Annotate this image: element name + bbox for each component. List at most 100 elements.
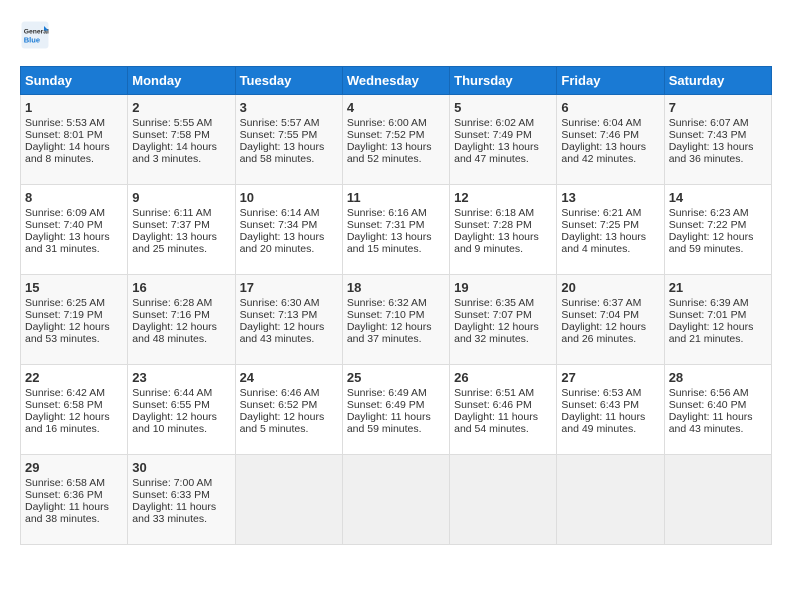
sunset-label: Sunset: 6:55 PM <box>132 399 230 411</box>
sunset-label: Sunset: 7:34 PM <box>240 219 338 231</box>
daylight-label: Daylight: 12 hours and 32 minutes. <box>454 321 552 345</box>
sunrise-label: Sunrise: 6:32 AM <box>347 297 445 309</box>
sunrise-label: Sunrise: 6:16 AM <box>347 207 445 219</box>
day-cell: 16 Sunrise: 6:28 AM Sunset: 7:16 PM Dayl… <box>128 275 235 365</box>
day-cell: 12 Sunrise: 6:18 AM Sunset: 7:28 PM Dayl… <box>450 185 557 275</box>
day-cell: 22 Sunrise: 6:42 AM Sunset: 6:58 PM Dayl… <box>21 365 128 455</box>
sunrise-label: Sunrise: 6:58 AM <box>25 477 123 489</box>
day-cell <box>235 455 342 545</box>
daylight-label: Daylight: 11 hours and 38 minutes. <box>25 501 123 525</box>
sunrise-label: Sunrise: 6:56 AM <box>669 387 767 399</box>
sunrise-label: Sunrise: 6:35 AM <box>454 297 552 309</box>
daylight-label: Daylight: 12 hours and 16 minutes. <box>25 411 123 435</box>
day-cell: 3 Sunrise: 5:57 AM Sunset: 7:55 PM Dayli… <box>235 95 342 185</box>
sunrise-label: Sunrise: 6:46 AM <box>240 387 338 399</box>
daylight-label: Daylight: 11 hours and 49 minutes. <box>561 411 659 435</box>
sunset-label: Sunset: 7:52 PM <box>347 129 445 141</box>
day-cell: 25 Sunrise: 6:49 AM Sunset: 6:49 PM Dayl… <box>342 365 449 455</box>
week-row-5: 29 Sunrise: 6:58 AM Sunset: 6:36 PM Dayl… <box>21 455 772 545</box>
day-cell: 26 Sunrise: 6:51 AM Sunset: 6:46 PM Dayl… <box>450 365 557 455</box>
day-number: 26 <box>454 370 552 385</box>
calendar-table: SundayMondayTuesdayWednesdayThursdayFrid… <box>20 66 772 545</box>
sunrise-label: Sunrise: 5:53 AM <box>25 117 123 129</box>
day-number: 29 <box>25 460 123 475</box>
sunset-label: Sunset: 7:28 PM <box>454 219 552 231</box>
sunset-label: Sunset: 7:25 PM <box>561 219 659 231</box>
day-number: 17 <box>240 280 338 295</box>
sunrise-label: Sunrise: 6:21 AM <box>561 207 659 219</box>
daylight-label: Daylight: 14 hours and 8 minutes. <box>25 141 123 165</box>
day-number: 8 <box>25 190 123 205</box>
sunset-label: Sunset: 6:40 PM <box>669 399 767 411</box>
day-number: 10 <box>240 190 338 205</box>
day-cell: 4 Sunrise: 6:00 AM Sunset: 7:52 PM Dayli… <box>342 95 449 185</box>
day-cell: 6 Sunrise: 6:04 AM Sunset: 7:46 PM Dayli… <box>557 95 664 185</box>
day-cell: 21 Sunrise: 6:39 AM Sunset: 7:01 PM Dayl… <box>664 275 771 365</box>
sunrise-label: Sunrise: 5:55 AM <box>132 117 230 129</box>
sunset-label: Sunset: 7:22 PM <box>669 219 767 231</box>
sunset-label: Sunset: 6:52 PM <box>240 399 338 411</box>
logo: General Blue <box>20 20 54 50</box>
day-number: 15 <box>25 280 123 295</box>
sunrise-label: Sunrise: 6:14 AM <box>240 207 338 219</box>
sunset-label: Sunset: 7:04 PM <box>561 309 659 321</box>
day-cell: 30 Sunrise: 7:00 AM Sunset: 6:33 PM Dayl… <box>128 455 235 545</box>
sunrise-label: Sunrise: 6:11 AM <box>132 207 230 219</box>
day-cell: 19 Sunrise: 6:35 AM Sunset: 7:07 PM Dayl… <box>450 275 557 365</box>
daylight-label: Daylight: 12 hours and 26 minutes. <box>561 321 659 345</box>
week-row-4: 22 Sunrise: 6:42 AM Sunset: 6:58 PM Dayl… <box>21 365 772 455</box>
day-number: 16 <box>132 280 230 295</box>
day-number: 7 <box>669 100 767 115</box>
sunset-label: Sunset: 7:55 PM <box>240 129 338 141</box>
sunrise-label: Sunrise: 6:39 AM <box>669 297 767 309</box>
col-header-sunday: Sunday <box>21 67 128 95</box>
col-header-saturday: Saturday <box>664 67 771 95</box>
sunrise-label: Sunrise: 7:00 AM <box>132 477 230 489</box>
sunset-label: Sunset: 7:43 PM <box>669 129 767 141</box>
day-cell: 8 Sunrise: 6:09 AM Sunset: 7:40 PM Dayli… <box>21 185 128 275</box>
sunset-label: Sunset: 7:31 PM <box>347 219 445 231</box>
sunset-label: Sunset: 7:58 PM <box>132 129 230 141</box>
col-header-thursday: Thursday <box>450 67 557 95</box>
day-cell: 15 Sunrise: 6:25 AM Sunset: 7:19 PM Dayl… <box>21 275 128 365</box>
logo-icon: General Blue <box>20 20 50 50</box>
daylight-label: Daylight: 12 hours and 10 minutes. <box>132 411 230 435</box>
day-cell: 18 Sunrise: 6:32 AM Sunset: 7:10 PM Dayl… <box>342 275 449 365</box>
daylight-label: Daylight: 13 hours and 4 minutes. <box>561 231 659 255</box>
sunrise-label: Sunrise: 6:09 AM <box>25 207 123 219</box>
sunrise-label: Sunrise: 6:37 AM <box>561 297 659 309</box>
daylight-label: Daylight: 12 hours and 59 minutes. <box>669 231 767 255</box>
day-number: 2 <box>132 100 230 115</box>
sunrise-label: Sunrise: 6:18 AM <box>454 207 552 219</box>
day-cell: 14 Sunrise: 6:23 AM Sunset: 7:22 PM Dayl… <box>664 185 771 275</box>
daylight-label: Daylight: 13 hours and 20 minutes. <box>240 231 338 255</box>
day-number: 13 <box>561 190 659 205</box>
day-cell: 23 Sunrise: 6:44 AM Sunset: 6:55 PM Dayl… <box>128 365 235 455</box>
day-number: 24 <box>240 370 338 385</box>
daylight-label: Daylight: 12 hours and 21 minutes. <box>669 321 767 345</box>
day-number: 25 <box>347 370 445 385</box>
day-number: 1 <box>25 100 123 115</box>
sunset-label: Sunset: 6:33 PM <box>132 489 230 501</box>
daylight-label: Daylight: 13 hours and 9 minutes. <box>454 231 552 255</box>
daylight-label: Daylight: 13 hours and 25 minutes. <box>132 231 230 255</box>
svg-text:Blue: Blue <box>24 36 40 45</box>
day-number: 3 <box>240 100 338 115</box>
day-cell: 1 Sunrise: 5:53 AM Sunset: 8:01 PM Dayli… <box>21 95 128 185</box>
day-cell: 17 Sunrise: 6:30 AM Sunset: 7:13 PM Dayl… <box>235 275 342 365</box>
day-cell: 24 Sunrise: 6:46 AM Sunset: 6:52 PM Dayl… <box>235 365 342 455</box>
sunrise-label: Sunrise: 6:53 AM <box>561 387 659 399</box>
sunset-label: Sunset: 7:07 PM <box>454 309 552 321</box>
col-header-tuesday: Tuesday <box>235 67 342 95</box>
col-header-wednesday: Wednesday <box>342 67 449 95</box>
sunset-label: Sunset: 7:13 PM <box>240 309 338 321</box>
sunset-label: Sunset: 6:49 PM <box>347 399 445 411</box>
day-number: 14 <box>669 190 767 205</box>
daylight-label: Daylight: 13 hours and 52 minutes. <box>347 141 445 165</box>
day-cell <box>450 455 557 545</box>
sunrise-label: Sunrise: 6:07 AM <box>669 117 767 129</box>
col-header-friday: Friday <box>557 67 664 95</box>
sunset-label: Sunset: 7:19 PM <box>25 309 123 321</box>
sunrise-label: Sunrise: 6:00 AM <box>347 117 445 129</box>
daylight-label: Daylight: 11 hours and 59 minutes. <box>347 411 445 435</box>
